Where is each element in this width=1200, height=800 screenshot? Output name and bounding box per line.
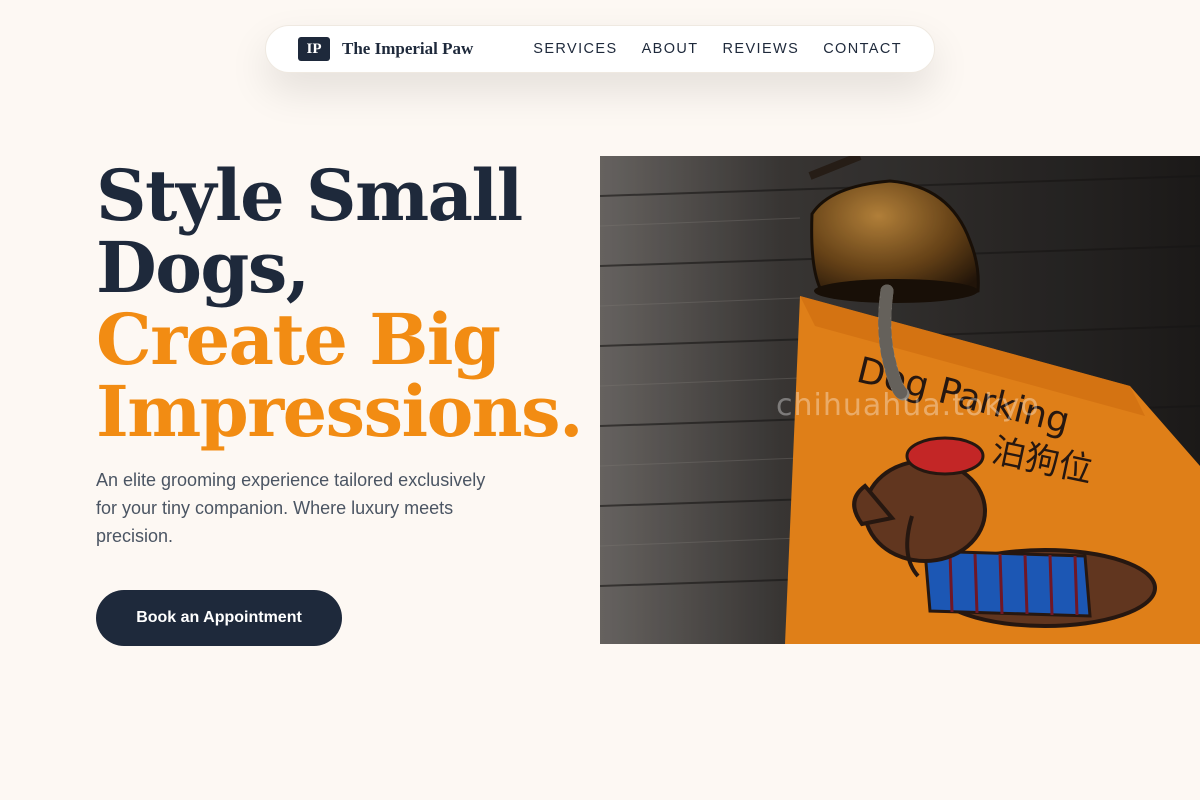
nav-link-reviews[interactable]: REVIEWS	[723, 41, 800, 57]
book-appointment-button[interactable]: Book an Appointment	[96, 590, 342, 646]
top-navbar: IP The Imperial Paw SERVICES ABOUT REVIE…	[265, 25, 935, 73]
nav-link-services[interactable]: SERVICES	[533, 41, 617, 57]
hero-photo: Dog Parking 泊狗位 chihuahua.tokyo	[600, 156, 1200, 644]
headline-line-1: Style Small	[96, 154, 523, 237]
hero-headline: Style Small Dogs, Create Big Impressions…	[96, 154, 583, 453]
brand-name[interactable]: The Imperial Paw	[342, 39, 473, 59]
watermark-text: chihuahua.tokyo	[776, 388, 1040, 423]
nav-link-contact[interactable]: CONTACT	[823, 41, 902, 57]
headline-accent-line-1: Create Big	[96, 298, 501, 381]
hero-subtitle: An elite grooming experience tailored ex…	[96, 470, 486, 546]
headline-accent-line-2: Impressions.	[96, 370, 583, 453]
headline-line-2: Dogs,	[96, 226, 310, 309]
nav-link-about[interactable]: ABOUT	[642, 41, 699, 57]
nav-menu: SERVICES ABOUT REVIEWS CONTACT	[533, 41, 902, 57]
logo-mark[interactable]: IP	[298, 37, 330, 61]
